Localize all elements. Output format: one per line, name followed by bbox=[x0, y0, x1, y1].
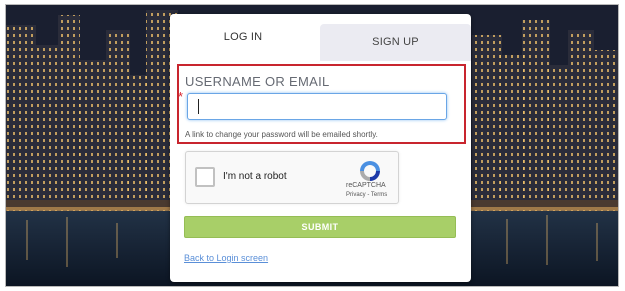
tab-login[interactable]: LOG IN bbox=[170, 14, 316, 61]
recaptcha-logo-icon bbox=[360, 161, 380, 181]
back-to-login-link[interactable]: Back to Login screen bbox=[184, 253, 268, 263]
username-email-input[interactable] bbox=[187, 93, 447, 120]
recaptcha-label: I'm not a robot bbox=[223, 171, 287, 182]
recaptcha-widget: I'm not a robot reCAPTCHA Privacy - Term… bbox=[185, 151, 399, 204]
password-hint-text: A link to change your password will be e… bbox=[185, 130, 378, 139]
required-marker: * bbox=[178, 89, 184, 104]
text-cursor bbox=[198, 99, 199, 114]
username-label: USERNAME OR EMAIL bbox=[185, 74, 330, 89]
tab-signup[interactable]: SIGN UP bbox=[320, 24, 471, 61]
recaptcha-links[interactable]: Privacy - Terms bbox=[346, 192, 387, 198]
submit-button[interactable]: SUBMIT bbox=[184, 216, 456, 238]
recaptcha-brand: reCAPTCHA bbox=[346, 182, 386, 189]
recaptcha-checkbox[interactable] bbox=[195, 167, 215, 187]
